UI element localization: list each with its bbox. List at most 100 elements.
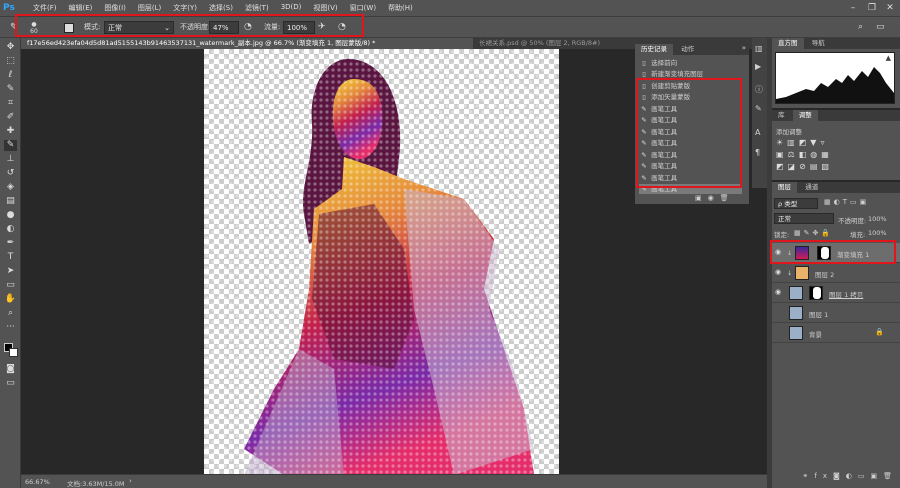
tab-actions[interactable]: 动作 bbox=[675, 44, 700, 55]
history-footer-icons[interactable]: ▣◉🗑 bbox=[695, 194, 735, 202]
workspace-icon[interactable]: ▭ bbox=[876, 21, 885, 34]
screen-mode-icon[interactable]: ▭ bbox=[4, 378, 17, 389]
histogram-icon[interactable]: ▥ bbox=[755, 44, 763, 53]
history-item[interactable]: ✎ 画笔工具 bbox=[639, 115, 742, 125]
layer-row[interactable]: 背景 🔒 bbox=[771, 323, 900, 343]
eye-icon[interactable]: ◉ bbox=[774, 288, 782, 296]
marquee-tool-icon[interactable]: ⬚ bbox=[4, 56, 17, 67]
tab-history[interactable]: 历史记录 bbox=[635, 44, 673, 55]
layer-filter-icons[interactable]: ▦◐T▭▣ bbox=[824, 198, 869, 206]
layer-filter-select[interactable]: ρ 类型 bbox=[774, 198, 818, 209]
lock-icons[interactable]: ▦✎✥🔒 bbox=[794, 229, 833, 237]
layer-mask-thumbnail[interactable] bbox=[809, 286, 823, 300]
history-item[interactable]: ✎ 画笔工具 bbox=[639, 150, 742, 160]
layer-row[interactable]: ◉ ↓ 图层 2 bbox=[771, 263, 900, 283]
history-item[interactable]: ✎ 画笔工具 bbox=[639, 138, 742, 148]
eyedropper-tool-icon[interactable]: ✐ bbox=[4, 112, 17, 123]
blend-mode-select[interactable]: 正常 bbox=[774, 213, 834, 224]
menu-filter[interactable]: 滤镜(T) bbox=[239, 3, 275, 13]
history-item[interactable]: ✎ 画笔工具 bbox=[639, 173, 742, 183]
fill-value[interactable]: 100% bbox=[868, 229, 887, 237]
search-icon[interactable]: ⌕ bbox=[858, 21, 863, 34]
hand-tool-icon[interactable]: ✋ bbox=[4, 294, 17, 305]
eye-icon[interactable]: ◉ bbox=[774, 248, 782, 256]
close-icon[interactable]: ✕ bbox=[884, 2, 896, 14]
history-item[interactable]: ✎ 画笔工具 bbox=[639, 104, 742, 114]
paragraph-icon[interactable]: ¶ bbox=[755, 148, 760, 157]
brush-settings-icon[interactable]: ✎ bbox=[755, 104, 762, 113]
history-item[interactable]: ▯ 创建剪贴蒙版 bbox=[639, 81, 742, 91]
mode-select[interactable]: 正常 ⌄ bbox=[104, 21, 174, 34]
brush-panel-icon[interactable] bbox=[64, 23, 74, 33]
panel-collapse-icon[interactable]: » bbox=[742, 44, 746, 52]
eye-icon[interactable]: ◉ bbox=[774, 268, 782, 276]
tab-libraries[interactable]: 库 bbox=[772, 110, 791, 121]
info-icon[interactable]: ⓘ bbox=[755, 84, 763, 95]
opacity-field[interactable]: 47% bbox=[209, 21, 239, 34]
brush-size-picker[interactable]: ● 60 bbox=[26, 21, 42, 35]
menu-3d[interactable]: 3D(D) bbox=[275, 3, 308, 13]
zoom-level[interactable]: 66.67% bbox=[25, 478, 50, 486]
adjustment-icons-row-1[interactable]: ☀▥◩▼▿ bbox=[776, 138, 828, 147]
history-item[interactable]: ▯ 新建渐变填充图层 bbox=[639, 69, 742, 79]
brush-tool-icon[interactable]: ✎ bbox=[4, 140, 17, 151]
tab-adjustments[interactable]: 调整 bbox=[792, 110, 818, 121]
brush-tool-preset-icon[interactable]: ✎ bbox=[10, 21, 18, 34]
doc-tab-active[interactable]: f17e56ed423efa04d5d81ad5155143b914635371… bbox=[21, 38, 473, 49]
quick-select-tool-icon[interactable]: ✎ bbox=[4, 84, 17, 95]
menu-layer[interactable]: 图层(L) bbox=[132, 3, 167, 13]
crop-tool-icon[interactable]: ⌗ bbox=[4, 98, 17, 109]
flow-field[interactable]: 100% bbox=[283, 21, 315, 34]
doc-tab-2[interactable]: 长裙关系.psd @ 50% (图层 2, RGB/8#) bbox=[473, 38, 643, 49]
menu-file[interactable]: 文件(F) bbox=[27, 3, 63, 13]
menu-type[interactable]: 文字(Y) bbox=[167, 3, 203, 13]
adjustment-icons-row-3[interactable]: ◩◪⊘▤▧ bbox=[776, 162, 833, 171]
layer-opacity-value[interactable]: 100% bbox=[868, 215, 887, 223]
layer-row[interactable]: ◉ 图层 1 拷贝 bbox=[771, 283, 900, 303]
blur-tool-icon[interactable]: ● bbox=[4, 210, 17, 221]
lasso-tool-icon[interactable]: ℓ bbox=[4, 70, 17, 81]
menu-edit[interactable]: 编辑(E) bbox=[63, 3, 99, 13]
character-icon[interactable]: A bbox=[755, 128, 760, 137]
minimize-icon[interactable]: – bbox=[847, 2, 859, 14]
tab-layers[interactable]: 图层 bbox=[772, 182, 797, 193]
pressure-opacity-icon[interactable]: ◔ bbox=[244, 21, 252, 34]
layer-row[interactable]: 图层 1 bbox=[771, 303, 900, 323]
gradient-tool-icon[interactable]: ▤ bbox=[4, 196, 17, 207]
menu-image[interactable]: 图像(I) bbox=[98, 3, 132, 13]
dodge-tool-icon[interactable]: ◐ bbox=[4, 224, 17, 235]
healing-tool-icon[interactable]: ✚ bbox=[4, 126, 17, 137]
restore-icon[interactable]: ❐ bbox=[866, 2, 878, 14]
tab-channels[interactable]: 通道 bbox=[799, 182, 824, 193]
history-item[interactable]: ▯ 添加矢量蒙版 bbox=[639, 92, 742, 102]
quick-mask-icon[interactable]: ◙ bbox=[4, 364, 17, 375]
shape-tool-icon[interactable]: ▭ bbox=[4, 280, 17, 291]
history-item[interactable]: ✎ 画笔工具 bbox=[639, 161, 742, 171]
move-tool-icon[interactable]: ✥ bbox=[4, 42, 17, 53]
tab-histogram[interactable]: 直方图 bbox=[772, 38, 804, 49]
menu-window[interactable]: 窗口(W) bbox=[344, 3, 382, 13]
zoom-tool-icon[interactable]: ⌕ bbox=[4, 308, 17, 319]
history-item[interactable]: ✎ 画笔工具 bbox=[639, 127, 742, 137]
history-brush-tool-icon[interactable]: ↺ bbox=[4, 168, 17, 179]
pressure-size-icon[interactable]: ◔ bbox=[338, 21, 346, 34]
pen-tool-icon[interactable]: ✒ bbox=[4, 238, 17, 249]
menu-help[interactable]: 帮助(H) bbox=[382, 3, 419, 13]
stamp-tool-icon[interactable]: ⊥ bbox=[4, 154, 17, 165]
airbrush-icon[interactable]: ✈ bbox=[318, 21, 326, 34]
menu-view[interactable]: 视图(V) bbox=[307, 3, 343, 13]
more-tools-icon[interactable]: ··· bbox=[4, 322, 17, 333]
layers-footer-icons[interactable]: ⚭fx◙◐▭▣🗑 bbox=[774, 472, 898, 480]
play-icon[interactable]: ▶ bbox=[755, 62, 761, 71]
background-color-swatch[interactable] bbox=[9, 348, 18, 357]
layer-mask-thumbnail[interactable] bbox=[817, 246, 831, 260]
menu-select[interactable]: 选择(S) bbox=[203, 3, 239, 13]
adjustment-icons-row-2[interactable]: ▣⚖◧◍▦ bbox=[776, 150, 833, 159]
history-item-selected[interactable]: ✎ 画笔工具 bbox=[639, 184, 742, 194]
layer-row-selected[interactable]: ◉ ↓ 渐变填充 1 bbox=[771, 243, 900, 263]
eraser-tool-icon[interactable]: ◈ bbox=[4, 182, 17, 193]
tab-navigator[interactable]: 导航 bbox=[806, 38, 831, 49]
history-item[interactable]: ▯ 选择前向 bbox=[639, 58, 742, 68]
status-menu-icon[interactable]: › bbox=[129, 477, 132, 485]
path-select-tool-icon[interactable]: ➤ bbox=[4, 266, 17, 277]
